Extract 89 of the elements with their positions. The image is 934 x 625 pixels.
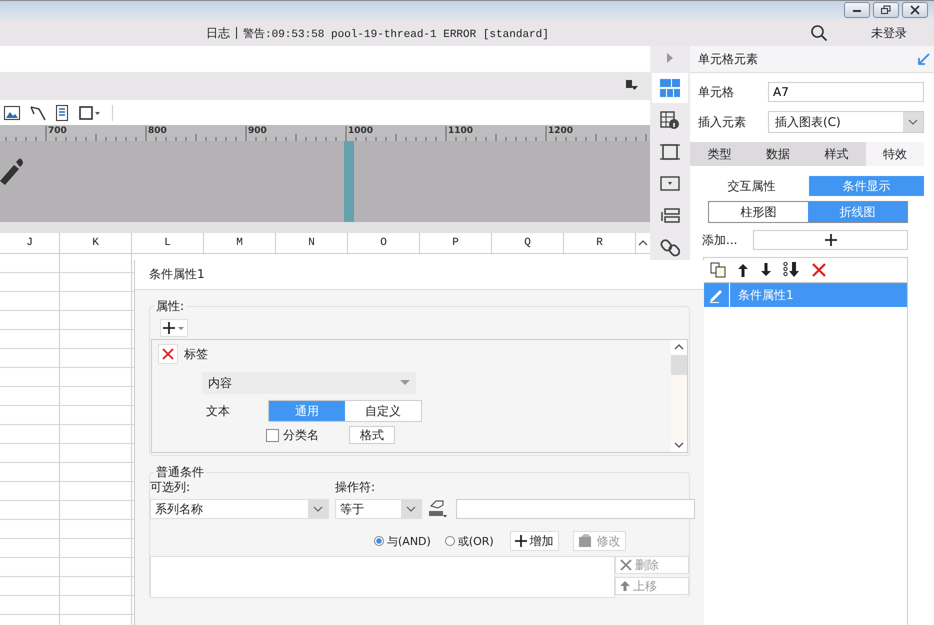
column-header[interactable]: J <box>0 233 60 253</box>
logic-radio[interactable] <box>444 536 455 546</box>
document-icon[interactable] <box>56 104 68 120</box>
table-info-icon <box>660 111 680 129</box>
column-header[interactable]: M <box>204 233 276 253</box>
value-input[interactable] <box>456 499 695 519</box>
close-icon <box>909 5 921 15</box>
cross-icon <box>620 559 632 571</box>
collapse-arrow-icon[interactable] <box>918 53 930 65</box>
chevron-down-icon <box>908 119 918 125</box>
ruler-label: 700 <box>48 125 67 137</box>
cell-input[interactable]: A7 <box>768 82 924 102</box>
plus-icon <box>824 234 836 246</box>
dropdown-box-icon <box>660 175 680 193</box>
log-label[interactable]: 日志 <box>206 24 230 42</box>
cross-icon <box>162 348 174 360</box>
delete-icon[interactable] <box>812 263 826 277</box>
plus-caret-icon <box>163 322 185 334</box>
move-bottom-icon[interactable] <box>783 262 801 278</box>
column-header[interactable]: K <box>60 233 132 253</box>
column-label: 可选列: <box>150 479 192 496</box>
logic-radio[interactable] <box>374 536 384 546</box>
value-type-icon[interactable] <box>428 500 448 518</box>
dropdown-icon[interactable] <box>626 80 638 92</box>
ruler-label: 900 <box>248 125 267 137</box>
plus-icon <box>514 535 527 547</box>
minimize-button[interactable] <box>844 2 870 18</box>
add-label: 添加... <box>702 232 738 248</box>
chevron-down-icon <box>313 506 323 512</box>
label-title: 标签 <box>184 346 208 362</box>
operator-label: 操作符: <box>335 479 376 496</box>
cell-label: 单元格 <box>698 84 735 100</box>
pencil-icon <box>708 287 724 303</box>
operator-select[interactable]: 等于 <box>335 499 422 519</box>
log-message: 警告:09:53:58 pool-19-thread-1 ERROR [standard] <box>243 26 549 40</box>
remove-button[interactable] <box>158 344 178 364</box>
link-icon <box>660 239 680 257</box>
add-condition-button[interactable]: 增加 <box>510 531 559 551</box>
add-attribute-button[interactable] <box>160 319 188 337</box>
copy-icon[interactable] <box>710 262 726 278</box>
restore-icon <box>880 5 892 15</box>
format-button[interactable]: 格式 <box>349 426 395 444</box>
login-link[interactable]: 未登录 <box>871 24 907 42</box>
border-icon[interactable] <box>78 104 102 120</box>
attributes-legend: 属性: <box>154 298 186 315</box>
text-option[interactable]: 自定义 <box>345 401 421 421</box>
arrow-up-icon <box>620 581 630 591</box>
category-label: 分类名 <box>283 426 319 444</box>
conditions-legend: 普通条件 <box>154 464 206 481</box>
grid-layout-icon <box>660 79 680 97</box>
ruler-label: 1200 <box>548 125 574 137</box>
text-label: 文本 <box>206 402 231 420</box>
line-icon[interactable] <box>30 104 46 120</box>
logic-label: 与(AND) <box>387 534 431 548</box>
panel-title: 单元格元素 <box>698 50 758 68</box>
chevron-down-icon <box>406 506 416 512</box>
column-header[interactable]: Q <box>492 233 564 253</box>
scrollbar-thumb[interactable] <box>671 355 687 375</box>
insert-element-select[interactable]: 插入图表(C) <box>768 111 924 133</box>
stamp-icon <box>578 534 594 548</box>
scroll-down-icon[interactable] <box>674 441 684 449</box>
panel-tab[interactable]: 类型 <box>690 142 748 166</box>
insert-label: 插入元素 <box>698 114 747 130</box>
panel-tab[interactable]: 特效 <box>866 142 924 166</box>
close-button[interactable] <box>902 2 928 18</box>
content-select[interactable]: 内容 <box>202 372 416 394</box>
dialog-title: 条件属性1 <box>135 260 704 290</box>
ruler-label: 1000 <box>348 125 374 137</box>
column-header[interactable]: O <box>348 233 420 253</box>
image-icon[interactable] <box>4 106 20 120</box>
panel-tab[interactable]: 数据 <box>748 142 807 166</box>
caret-icon <box>400 380 410 386</box>
panel-tab[interactable]: 样式 <box>807 142 866 166</box>
logic-label: 或(OR) <box>458 534 494 548</box>
category-checkbox[interactable] <box>266 428 279 442</box>
restore-button[interactable] <box>873 2 899 18</box>
stacked-bars-icon <box>660 207 680 225</box>
frame-icon <box>660 143 680 161</box>
column-header[interactable]: N <box>276 233 348 253</box>
move-down-icon[interactable] <box>760 263 772 277</box>
ruler-label: 1100 <box>448 125 474 137</box>
column-header[interactable]: P <box>420 233 492 253</box>
move-up-icon[interactable] <box>737 263 749 277</box>
column-select[interactable]: 系列名称 <box>150 499 329 519</box>
column-header[interactable]: L <box>132 233 204 253</box>
scroll-up-icon[interactable] <box>674 343 684 351</box>
search-icon[interactable] <box>810 24 828 42</box>
scroll-up-icon[interactable] <box>638 239 648 247</box>
ruler-label: 800 <box>148 125 167 137</box>
